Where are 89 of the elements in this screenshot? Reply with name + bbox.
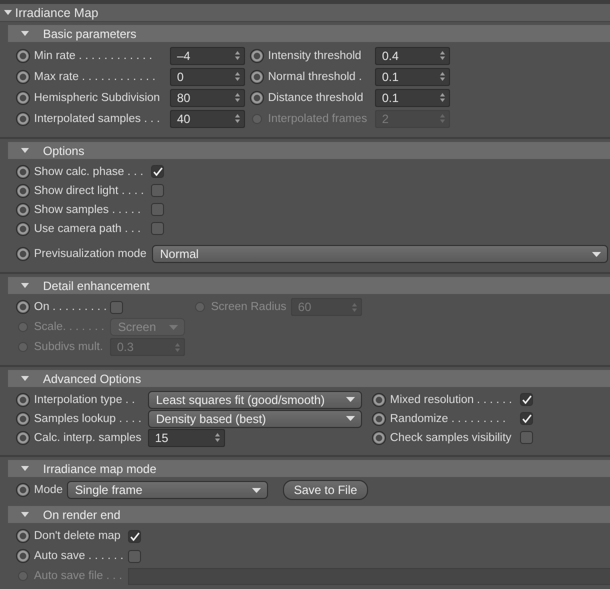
collapse-triangle-icon: [21, 466, 29, 471]
number-field[interactable]: 40: [170, 110, 245, 128]
checkmark-icon: [152, 167, 162, 176]
save-to-file-button[interactable]: Save to File: [283, 480, 368, 500]
caret-icon: [346, 397, 355, 402]
field-label: Max rate . . . . . . . . . . . .: [34, 70, 156, 82]
checkbox[interactable]: [110, 300, 123, 314]
stepper-arrows-icon: [440, 51, 445, 60]
checkbox[interactable]: [520, 412, 533, 425]
checkbox[interactable]: [128, 550, 141, 562]
field-label: Interpolation type . .: [34, 394, 136, 406]
field-label: Interpolated frames: [268, 112, 368, 124]
section-header[interactable]: Detail enhancement: [8, 277, 610, 294]
number-field[interactable]: –4: [170, 46, 245, 64]
field-label: Subdivs mult.: [34, 341, 104, 353]
section-header[interactable]: On render end: [8, 506, 610, 523]
field-label: Show calc. phase . . .: [34, 166, 144, 178]
stepper-arrows-icon: [175, 342, 180, 352]
checkbox[interactable]: [151, 184, 164, 197]
stepper-arrows-icon: [215, 433, 220, 442]
field-label: Mixed resolution . . . . . .: [390, 394, 514, 406]
collapse-triangle-icon: [21, 376, 29, 381]
checkbox[interactable]: [520, 393, 533, 406]
stepper-arrows-icon: [440, 93, 445, 102]
section-header[interactable]: Advanced Options: [8, 370, 610, 387]
field-label: Check samples visibility: [390, 432, 512, 444]
field-label: Use camera path . . .: [34, 222, 142, 234]
caret-icon: [346, 416, 355, 421]
field-label: Don't delete map: [34, 530, 122, 542]
stepper-arrows-icon: [352, 302, 357, 312]
checkbox[interactable]: [520, 431, 533, 444]
section-title: Options: [43, 144, 84, 158]
field-label: Min rate . . . . . . . . . . . .: [34, 50, 154, 62]
section-title: Irradiance map mode: [43, 462, 156, 476]
section-header[interactable]: Basic parameters: [8, 25, 610, 42]
number-field[interactable]: 15: [148, 428, 225, 446]
collapse-triangle-icon: [21, 31, 29, 36]
panel-header[interactable]: Irradiance Map: [0, 4, 610, 22]
checkbox[interactable]: [151, 165, 164, 178]
section-header[interactable]: Options: [8, 142, 610, 159]
number-field[interactable]: 0.4: [375, 46, 450, 64]
collapse-triangle-icon: [21, 283, 29, 288]
section-header[interactable]: Irradiance map mode: [8, 460, 610, 477]
field-label: Interpolated samples . . .: [34, 112, 161, 124]
number-field[interactable]: 0.1: [375, 68, 450, 86]
dropdown[interactable]: Least squares fit (good/smooth): [148, 390, 362, 408]
field-label: On . . . . . . . . .: [34, 301, 106, 313]
field-label: Screen Radius: [211, 301, 287, 313]
checkbox[interactable]: [128, 530, 141, 542]
dropdown[interactable]: Normal: [152, 245, 608, 263]
field-label: Scale. . . . . . .: [34, 321, 106, 333]
number-field[interactable]: 0.1: [375, 88, 450, 106]
stepper-arrows-icon: [235, 93, 240, 102]
dropdown[interactable]: Density based (best): [148, 410, 362, 428]
caret-icon: [592, 252, 601, 256]
checkbox[interactable]: [151, 203, 164, 216]
field-label: Auto save . . . . . .: [34, 550, 124, 562]
field-label: Samples lookup . . . .: [34, 412, 142, 424]
caret-icon: [169, 324, 178, 330]
field-label: Calc. interp. samples: [34, 432, 142, 444]
stepper-arrows-icon: [235, 51, 240, 60]
stepper-arrows-icon: [440, 72, 445, 81]
field-label: Normal threshold .: [268, 70, 363, 82]
section-title: On render end: [43, 508, 120, 522]
field-label: Intensity threshold: [268, 50, 362, 62]
section-title: Detail enhancement: [43, 278, 150, 292]
stepper-arrows-icon: [440, 114, 445, 123]
field-label: Show samples . . . . .: [34, 204, 142, 216]
section-title: Advanced Options: [43, 372, 142, 386]
field-label: Randomize . . . . . . . . .: [390, 412, 507, 424]
checkbox[interactable]: [151, 222, 164, 235]
panel-title: Irradiance Map: [15, 6, 98, 20]
field-label: Distance threshold: [268, 92, 364, 104]
stepper-arrows-icon: [235, 114, 240, 123]
section-title: Basic parameters: [43, 26, 136, 40]
field-label: Mode: [34, 484, 63, 496]
collapse-triangle-icon: [21, 512, 29, 517]
number-field[interactable]: 0: [170, 68, 245, 86]
field-label: Auto save file . . .: [34, 570, 124, 582]
field-label: Show direct light . . . .: [34, 184, 145, 196]
caret-icon: [252, 488, 261, 492]
collapse-triangle-icon: [21, 148, 29, 153]
stepper-arrows-icon: [235, 72, 240, 81]
field-label: Previsualization mode: [34, 248, 148, 260]
dropdown[interactable]: Single frame: [67, 481, 268, 499]
field-label: Hemispheric Subdivision: [34, 92, 161, 104]
checkmark-icon: [130, 532, 140, 540]
collapse-triangle-icon: [4, 10, 12, 15]
number-field[interactable]: 80: [170, 88, 245, 106]
